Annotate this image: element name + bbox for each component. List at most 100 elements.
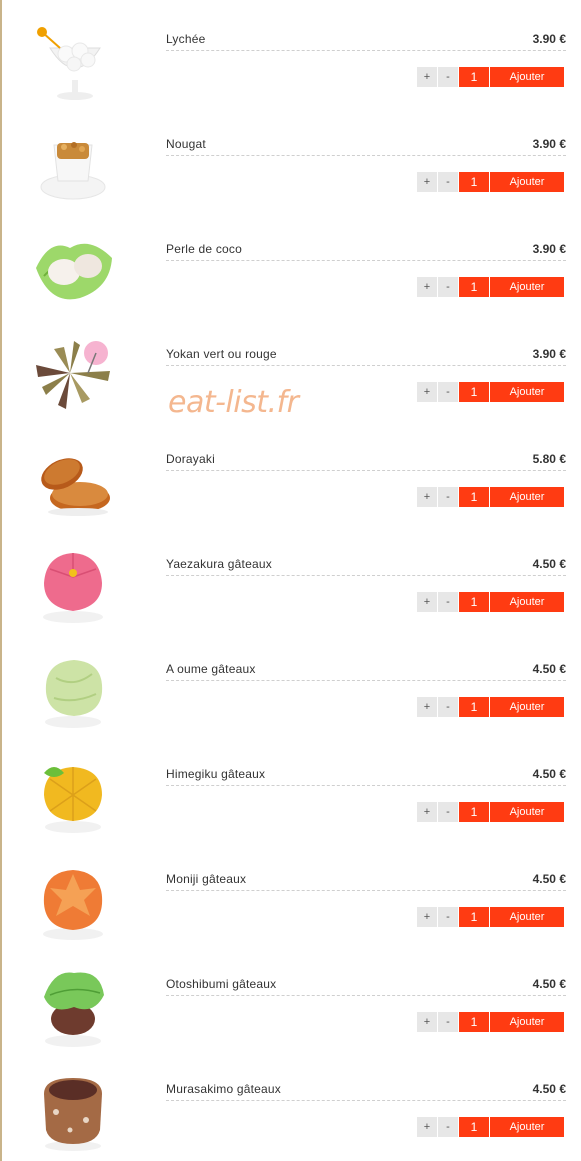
item-name: Perle de coco [166,242,242,256]
item-name: Lychée [166,32,206,46]
item-divider [166,155,566,156]
decrease-button[interactable]: - [438,277,458,297]
increase-button[interactable]: + [417,277,437,297]
quantity-input[interactable]: 1 [459,277,489,297]
item-price: 3.90 € [532,347,566,361]
quantity-controls: + - 1 Ajouter [417,67,564,87]
quantity-controls: + - 1 Ajouter [417,1117,564,1137]
increase-button[interactable]: + [417,1012,437,1032]
item-name: Yokan vert ou rouge [166,347,277,361]
decrease-button[interactable]: - [438,907,458,927]
item-divider [166,575,566,576]
add-to-cart-button[interactable]: Ajouter [490,172,564,192]
dorayaki-icon [30,438,116,524]
increase-button[interactable]: + [417,67,437,87]
item-divider [166,890,566,891]
menu-item: Dorayaki 5.80 € + - 1 Ajouter [0,420,581,525]
menu-item: Murasakimo gâteaux 4.50 € + - 1 Ajouter [0,1050,581,1155]
menu-item: Otoshibumi gâteaux 4.50 € + - 1 Ajouter [0,945,581,1050]
item-name: Himegiku gâteaux [166,767,266,781]
quantity-input[interactable]: 1 [459,697,489,717]
increase-button[interactable]: + [417,907,437,927]
decrease-button[interactable]: - [438,697,458,717]
quantity-input[interactable]: 1 [459,487,489,507]
menu-item: Perle de coco 3.90 € + - 1 Ajouter [0,210,581,315]
add-to-cart-button[interactable]: Ajouter [490,487,564,507]
quantity-input[interactable]: 1 [459,907,489,927]
menu-item: Lychée 3.90 € + - 1 Ajouter [0,0,581,105]
increase-button[interactable]: + [417,1117,437,1137]
increase-button[interactable]: + [417,487,437,507]
quantity-input[interactable]: 1 [459,67,489,87]
increase-button[interactable]: + [417,382,437,402]
quantity-input[interactable]: 1 [459,1012,489,1032]
quantity-input[interactable]: 1 [459,1117,489,1137]
menu-list: Lychée 3.90 € + - 1 Ajouter Nougat 3.90 … [0,0,581,1155]
quantity-controls: + - 1 Ajouter [417,487,564,507]
add-to-cart-button[interactable]: Ajouter [490,802,564,822]
menu-item: Moniji gâteaux 4.50 € + - 1 Ajouter [0,840,581,945]
item-divider [166,365,566,366]
item-price: 4.50 € [532,872,566,886]
item-price: 4.50 € [532,977,566,991]
item-price: 3.90 € [532,242,566,256]
increase-button[interactable]: + [417,697,437,717]
add-to-cart-button[interactable]: Ajouter [490,1117,564,1137]
add-to-cart-button[interactable]: Ajouter [490,382,564,402]
menu-item: Nougat 3.90 € + - 1 Ajouter [0,105,581,210]
wagashi-leaf-icon [30,963,116,1049]
increase-button[interactable]: + [417,802,437,822]
item-name: Nougat [166,137,206,151]
decrease-button[interactable]: - [438,1117,458,1137]
item-name: Moniji gâteaux [166,872,247,886]
item-divider [166,680,566,681]
item-price: 4.50 € [532,662,566,676]
item-divider [166,995,566,996]
quantity-controls: + - 1 Ajouter [417,1012,564,1032]
quantity-input[interactable]: 1 [459,382,489,402]
add-to-cart-button[interactable]: Ajouter [490,697,564,717]
add-to-cart-button[interactable]: Ajouter [490,1012,564,1032]
lychee-dessert-icon [30,18,116,104]
decrease-button[interactable]: - [438,172,458,192]
decrease-button[interactable]: - [438,802,458,822]
add-to-cart-button[interactable]: Ajouter [490,907,564,927]
item-divider [166,470,566,471]
add-to-cart-button[interactable]: Ajouter [490,277,564,297]
quantity-controls: + - 1 Ajouter [417,697,564,717]
item-price: 5.80 € [532,452,566,466]
wagashi-green-icon [30,648,116,734]
item-name: Otoshibumi gâteaux [166,977,277,991]
nougat-dessert-icon [30,123,116,209]
menu-item: Himegiku gâteaux 4.50 € + - 1 Ajouter [0,735,581,840]
add-to-cart-button[interactable]: Ajouter [490,592,564,612]
item-price: 4.50 € [532,767,566,781]
item-name: A oume gâteaux [166,662,256,676]
quantity-controls: + - 1 Ajouter [417,592,564,612]
menu-item: A oume gâteaux 4.50 € + - 1 Ajouter [0,630,581,735]
item-name: Murasakimo gâteaux [166,1082,281,1096]
watermark: eat-list.fr [168,385,299,420]
decrease-button[interactable]: - [438,1012,458,1032]
quantity-input[interactable]: 1 [459,172,489,192]
wagashi-brown-icon [30,1068,116,1154]
decrease-button[interactable]: - [438,487,458,507]
coconut-pearl-icon [30,228,116,314]
quantity-controls: + - 1 Ajouter [417,907,564,927]
decrease-button[interactable]: - [438,592,458,612]
item-name: Dorayaki [166,452,215,466]
decrease-button[interactable]: - [438,67,458,87]
yokan-icon [30,333,116,419]
add-to-cart-button[interactable]: Ajouter [490,67,564,87]
quantity-controls: + - 1 Ajouter [417,382,564,402]
increase-button[interactable]: + [417,592,437,612]
item-price: 3.90 € [532,137,566,151]
quantity-controls: + - 1 Ajouter [417,172,564,192]
quantity-input[interactable]: 1 [459,592,489,612]
increase-button[interactable]: + [417,172,437,192]
wagashi-orange-icon [30,858,116,944]
quantity-input[interactable]: 1 [459,802,489,822]
menu-item: Yaezakura gâteaux 4.50 € + - 1 Ajouter [0,525,581,630]
wagashi-yellow-icon [30,753,116,839]
decrease-button[interactable]: - [438,382,458,402]
